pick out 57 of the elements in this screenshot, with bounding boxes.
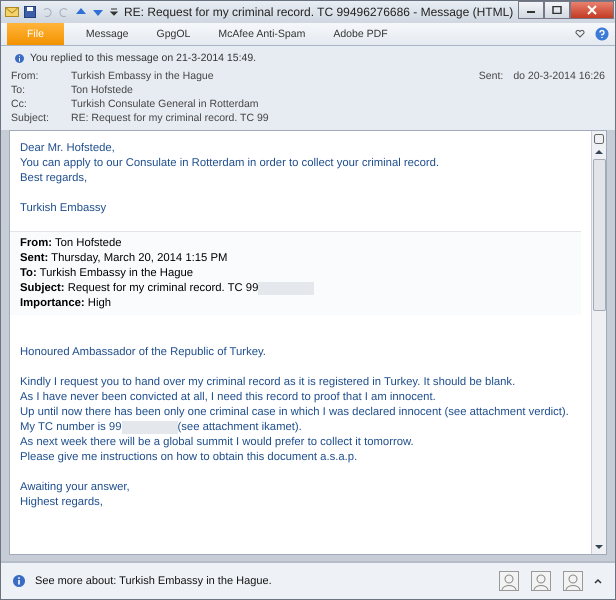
info-bar-text: You replied to this message on 21-3-2014 15:49. (30, 52, 256, 64)
quoted-header-line: Importance: High (20, 296, 112, 311)
scroll-up-icon[interactable] (593, 147, 605, 157)
avatar-silhouette-icon[interactable] (531, 571, 551, 591)
help-icon[interactable] (595, 27, 609, 41)
reading-pane-icon[interactable] (593, 133, 605, 145)
close-icon (587, 5, 598, 15)
header-value: Turkish Embassy in the Hague (71, 70, 214, 84)
scroll-thumb[interactable] (592, 159, 606, 311)
header-label: Cc: (11, 98, 28, 112)
message-line: Dear Mr. Hofstede, (20, 141, 116, 156)
quoted-header-line: From: Ton Hofstede (20, 236, 122, 251)
header-value: RE: Request for my criminal record. TC 99 (71, 112, 269, 126)
avatar-silhouette-icon[interactable] (563, 571, 583, 591)
message-line: As next week there will be a global summit I would prefer to collect it tomorrow. (20, 435, 414, 450)
info-icon (15, 54, 24, 62)
sent-value: do 20-3-2014 16:26 (513, 70, 605, 84)
ribbon-tab[interactable]: Adobe PDF (321, 23, 400, 45)
minimize-button[interactable] (518, 1, 544, 19)
quoted-header-line: Sent: Thursday, March 20, 2014 1:15 PM (20, 251, 228, 266)
envelope-icon[interactable] (5, 6, 19, 18)
message-line: Awaiting your answer, (20, 480, 130, 495)
header-label: Subject: (11, 112, 50, 126)
message-line: Best regards, (20, 171, 88, 186)
scrollbar[interactable] (591, 131, 606, 554)
message-line: (see attachment ikamet). (178, 420, 302, 435)
avatar-silhouette-icon[interactable] (499, 571, 519, 591)
ribbon-tab[interactable]: GpgOL (144, 23, 202, 45)
info-icon (13, 575, 25, 587)
heart-icon[interactable] (575, 29, 585, 39)
save-icon[interactable] (24, 6, 36, 18)
message-line: Please give me instructions on how to obtain this document a.s.a.p. (20, 450, 358, 465)
message-line: Up until now there has been only one criminal case in which I was declared innocent (see attachment verdict). (20, 405, 569, 420)
scroll-down-icon[interactable] (593, 542, 605, 552)
maximize-button[interactable] (544, 1, 570, 19)
customize-caret-icon[interactable] (109, 6, 119, 18)
collapse-caret-icon[interactable] (593, 576, 603, 586)
message-line: Highest regards, (20, 495, 103, 510)
quoted-header-line: To: Turkish Embassy in the Hague (20, 266, 194, 281)
message-line: As I have never been convicted at all, I need this record to proof that I am innocent. (20, 390, 436, 405)
message-line: You can apply to our Consulate in Rotterdam in order to collect your criminal record. (20, 156, 440, 171)
sent-label: Sent: (478, 70, 504, 84)
message-line: My TC number is 99 (20, 420, 122, 435)
message-line: Kindly I request you to hand over my criminal record as it is registered in Turkey. It should be blank. (20, 375, 516, 390)
header-value: Ton Hofstede (71, 84, 133, 98)
message-line: Turkish Embassy (20, 201, 108, 216)
ribbon-tab[interactable]: Message (74, 23, 141, 45)
quoted-header-line: Subject: Request for my criminal record. TC 99 (20, 281, 258, 296)
ribbon-tab[interactable]: McAfee Anti-Spam (206, 23, 318, 45)
message-line: Honoured Ambassador of the Republic of Turkey. (20, 345, 266, 360)
header-label: From: (11, 70, 40, 84)
close-button[interactable] (570, 1, 614, 19)
window-title: RE: Request for my criminal record. TC 99496276686 - Message (HTML) (124, 5, 514, 19)
header-label: To: (11, 84, 26, 98)
people-pane-text: See more about: Turkish Embassy in the Hague. (35, 575, 272, 587)
header-value: Turkish Consulate General in Rotterdam (71, 98, 259, 112)
maximize-icon (552, 6, 562, 14)
